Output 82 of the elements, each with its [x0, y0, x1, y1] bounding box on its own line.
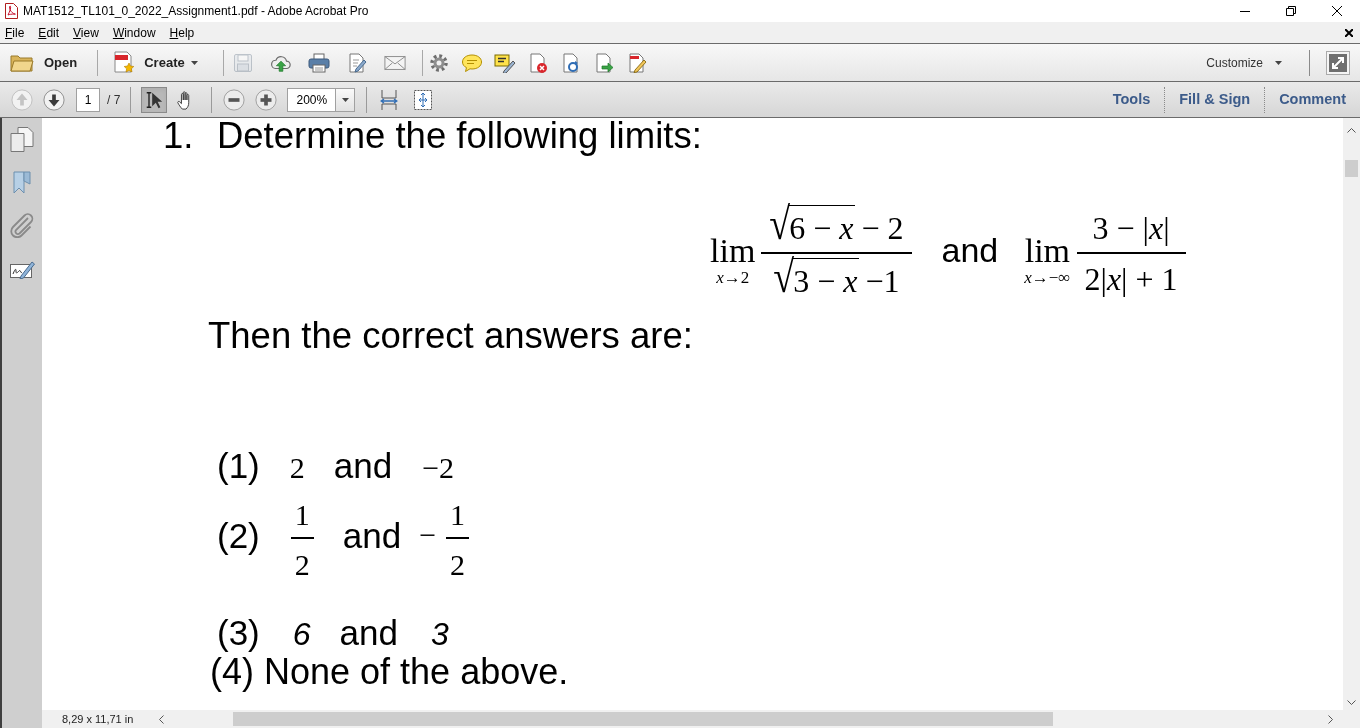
conjunction: and	[342, 517, 402, 553]
paperclip-icon[interactable]	[10, 213, 34, 238]
chevron-down-icon[interactable]	[1347, 700, 1356, 705]
zoom-out-icon[interactable]	[223, 88, 246, 111]
numerator: 3 − |x|	[1092, 212, 1170, 244]
text-select-icon	[144, 89, 165, 110]
choice-label: (2)	[217, 517, 260, 553]
zoom-dropdown-button[interactable]	[336, 87, 356, 112]
window-title: MAT1512_TL101_0_2022_Assignment1.pdf - Adobe Acrobat Pro	[23, 5, 369, 17]
menu-item[interactable]: Help	[169, 26, 195, 39]
caret-icon	[341, 97, 349, 102]
answer-value: 3	[431, 618, 449, 651]
conjunction: and	[941, 233, 999, 267]
caret-icon	[1275, 60, 1282, 65]
scrollbar-thumb[interactable]	[233, 712, 1053, 726]
prompt-text: Then the correct answers are:	[208, 318, 693, 355]
document-arrow-icon[interactable]	[593, 52, 616, 73]
pages-icon[interactable]	[10, 127, 34, 152]
document-pencil-icon[interactable]	[626, 52, 649, 73]
zoom-in-icon[interactable]	[255, 88, 278, 111]
speech-bubble-icon[interactable]	[461, 52, 484, 73]
full-screen-icon[interactable]	[1326, 50, 1350, 75]
answer-value: 6	[292, 618, 311, 651]
numerator: 1	[450, 500, 466, 531]
radicand: 6 − x	[789, 205, 856, 244]
answer-value: −2	[422, 452, 455, 483]
numerator: 1	[294, 500, 310, 531]
note-pencil-icon[interactable]	[494, 52, 517, 73]
question-number: 1.	[163, 118, 194, 155]
menu-item[interactable]: Edit	[38, 26, 60, 39]
folder-icon	[10, 52, 34, 73]
limit-subscript: x→2	[716, 269, 750, 286]
fit-page-icon[interactable]	[413, 88, 434, 111]
math-term: −1	[865, 265, 900, 297]
menu-item[interactable]: View	[73, 26, 99, 39]
minus-sign: −	[419, 520, 437, 551]
document-star-icon	[112, 50, 137, 75]
printer-icon[interactable]	[307, 52, 330, 73]
open-button[interactable]: Open	[6, 47, 86, 78]
chevron-up-icon[interactable]	[1347, 128, 1356, 133]
panel-tab[interactable]: Tools	[1098, 92, 1165, 107]
close-icon[interactable]	[1345, 28, 1353, 37]
math-term: − 2	[861, 212, 904, 244]
choice-text: (4) None of the above.	[210, 654, 569, 691]
limit-operator: lim	[710, 233, 756, 268]
zoom-field[interactable]: 200%	[287, 87, 337, 112]
choice-label: (3)	[217, 615, 260, 651]
pdf-file-icon	[4, 3, 19, 19]
create-button[interactable]: Create	[108, 47, 206, 78]
chevron-right-icon[interactable]	[1328, 714, 1333, 724]
limit-subscript: x→−∞	[1024, 269, 1071, 286]
minimize-icon[interactable]	[1240, 10, 1250, 12]
page-number-field[interactable]: 1	[76, 87, 100, 112]
denominator: 2|x| + 1	[1084, 263, 1178, 295]
menu-item[interactable]: Window	[112, 26, 156, 39]
panel-tab[interactable]: Fill & Sign	[1165, 92, 1265, 107]
fit-width-icon[interactable]	[380, 88, 399, 111]
caret-icon	[190, 60, 198, 65]
page-size-label: 8,29 x 11,71 in	[62, 713, 134, 725]
denominator: 2	[450, 550, 466, 581]
select-tool-button[interactable]	[141, 86, 168, 113]
document-delete-icon[interactable]	[527, 52, 550, 73]
denominator: 2	[294, 550, 310, 581]
scrollbar-thumb[interactable]	[1345, 160, 1358, 177]
conjunction: and	[339, 615, 398, 651]
close-icon[interactable]	[1332, 6, 1342, 16]
radical-sign: √	[773, 253, 795, 299]
page-count: / 7	[107, 91, 121, 109]
question-text: Determine the following limits:	[216, 118, 702, 155]
answer-value: 2	[289, 452, 305, 483]
customize-button[interactable]: Customize	[1206, 49, 1282, 76]
choice-label: (1)	[217, 447, 260, 483]
conjunction: and	[333, 447, 393, 483]
chevron-left-icon[interactable]	[159, 714, 164, 724]
panel-tab[interactable]: Comment	[1265, 92, 1360, 107]
menu-item[interactable]: File	[5, 26, 25, 39]
signature-pen-icon[interactable]	[9, 259, 35, 279]
radical-sign: √	[769, 200, 791, 246]
restore-icon[interactable]	[1286, 6, 1296, 16]
radicand: 3 − x	[793, 258, 860, 297]
limit-operator: lim	[1024, 233, 1071, 268]
gear-icon[interactable]	[428, 52, 451, 73]
